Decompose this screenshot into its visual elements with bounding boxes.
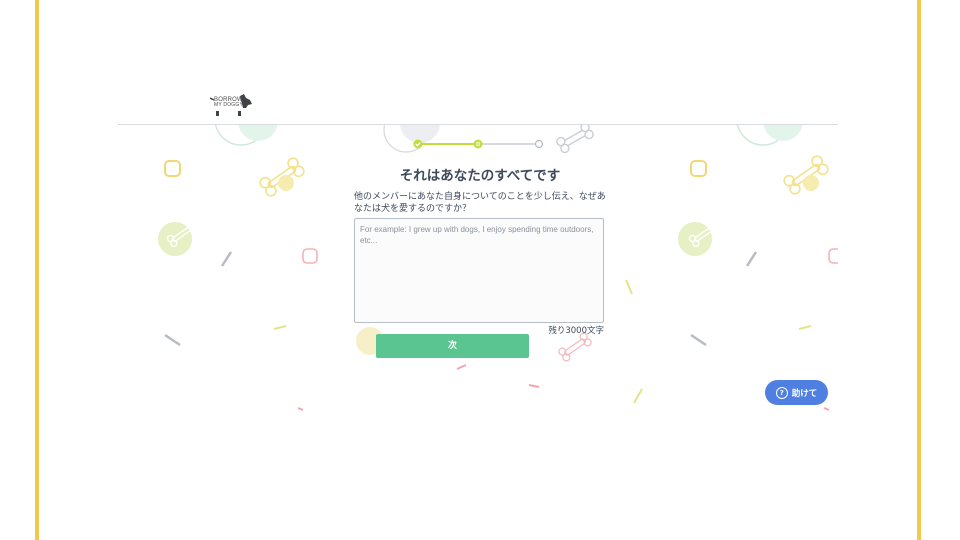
- deco-stick: [456, 364, 467, 370]
- deco-square: [690, 160, 707, 177]
- right-frame-border: [917, 0, 921, 540]
- step-progress-indicator: [413, 139, 544, 149]
- site-header: BORROW MY DOGGY: [118, 88, 838, 125]
- deco-stick: [745, 251, 758, 267]
- deco-stick: [297, 407, 304, 411]
- deco-stick: [220, 251, 233, 267]
- deco-stick: [625, 279, 633, 295]
- logo-line-2: MY DOGGY: [214, 102, 244, 108]
- about-me-textarea[interactable]: [354, 218, 604, 323]
- deco-bone: [558, 332, 592, 362]
- character-counter: 残り3000文字: [548, 326, 604, 336]
- deco-circle: [278, 175, 294, 191]
- deco-square: [164, 160, 181, 177]
- step-1-complete-icon: [413, 139, 423, 149]
- borrow-my-doggy-logo[interactable]: BORROW MY DOGGY: [210, 94, 256, 118]
- step-3-pending-icon: [534, 139, 544, 149]
- question-prompt: 他のメンバーにあなた自身についてのことを少し伝え、なぜあなたは犬を愛するのですか…: [354, 192, 606, 214]
- deco-circle: [803, 175, 819, 191]
- deco-stick: [798, 325, 812, 330]
- next-button[interactable]: 次: [376, 334, 529, 358]
- deco-stick: [823, 407, 830, 411]
- step-2-current-icon: [473, 139, 483, 149]
- deco-stick: [273, 325, 287, 330]
- deco-stick: [528, 384, 540, 388]
- deco-square: [828, 248, 838, 264]
- deco-bone: [783, 155, 829, 195]
- question-circle-icon: ?: [775, 386, 788, 399]
- deco-stick: [633, 388, 643, 404]
- deco-square: [302, 248, 318, 264]
- logo-wordmark: BORROW MY DOGGY: [214, 97, 244, 108]
- page-title: それはあなたのすべてです: [399, 168, 561, 184]
- deco-bone: [556, 125, 594, 154]
- deco-stick: [164, 333, 181, 347]
- deco-circle: [158, 222, 192, 256]
- deco-stick: [690, 333, 707, 347]
- help-button[interactable]: ? 助けて: [765, 380, 828, 405]
- deco-circle: [238, 125, 278, 141]
- left-frame-border: [35, 0, 39, 540]
- deco-circle: [763, 125, 803, 141]
- help-label: 助けて: [791, 388, 818, 399]
